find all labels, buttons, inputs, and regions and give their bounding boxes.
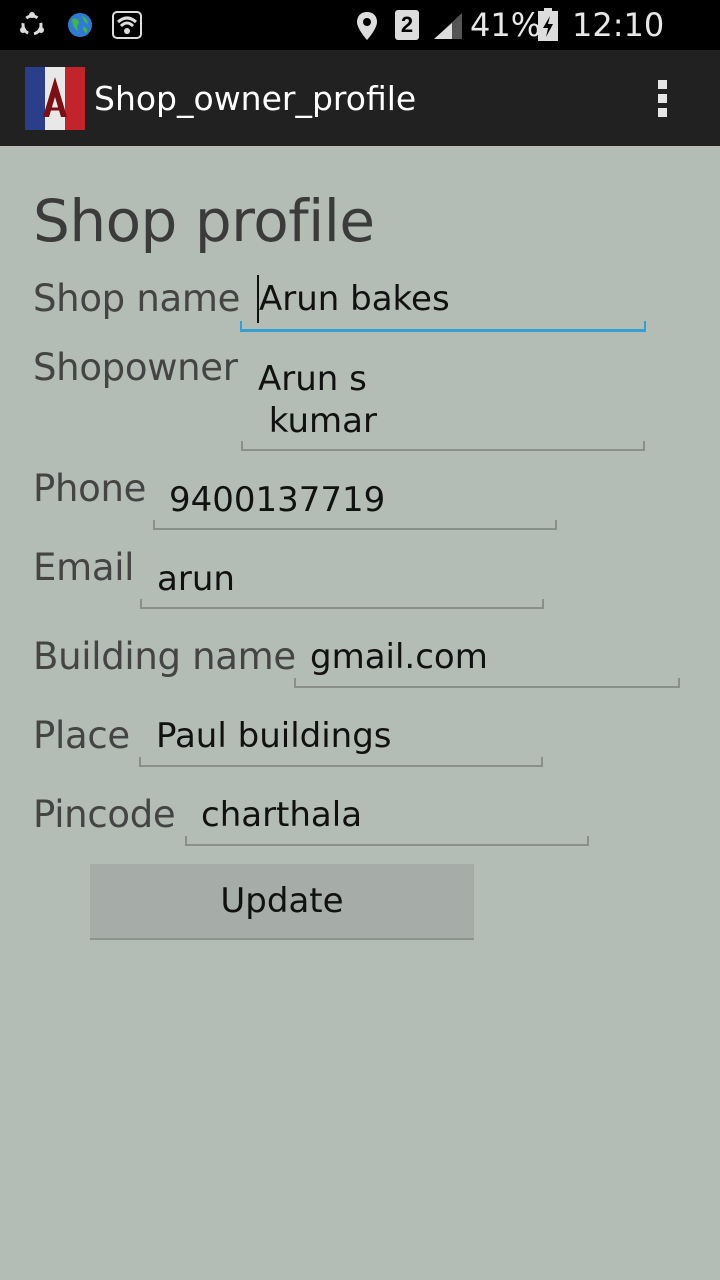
location-icon [357,12,377,40]
status-bar: 2 41% 12:10 pm [0,0,720,82]
update-button-label: Update [220,881,344,921]
sim-badge-text: 2 [400,12,414,37]
overflow-menu-icon[interactable] [648,74,678,124]
battery-charging-icon [538,8,558,41]
pincode-label: Pincode [33,793,176,836]
building-name-underline [294,678,680,688]
building-name-label: Building name [33,635,296,678]
shop-name-input[interactable]: Arun bakes [259,279,450,319]
shopowner-underline [241,441,645,451]
app-logo-flag-icon[interactable] [25,67,85,130]
battery-percent: 41% [470,6,542,44]
place-underline [139,757,543,767]
text-cursor [257,275,259,323]
email-label: Email [33,546,135,589]
wifi-icon [112,11,142,39]
shopowner-input[interactable]: Arun s kumar [258,358,377,442]
pincode-underline [185,836,589,846]
action-bar: Shop_owner_profile [0,50,720,146]
sync-icon [20,12,44,36]
phone-input[interactable]: 9400137719 [169,480,385,520]
shopowner-label: Shopowner [33,346,238,389]
shop-name-label: Shop name [33,277,241,320]
globe-icon [68,13,92,37]
signal-icon [434,13,462,39]
building-name-input[interactable]: gmail.com [310,637,488,677]
shop-name-underline [240,321,646,332]
sim-icon: 2 [395,10,419,40]
place-input[interactable]: Paul buildings [156,716,392,756]
email-input[interactable]: arun [157,559,235,599]
page-title: Shop profile [33,187,375,255]
pincode-input[interactable]: charthala [201,795,362,835]
update-button[interactable]: Update [90,864,474,940]
app-title: Shop_owner_profile [94,79,417,118]
phone-underline [153,520,557,530]
place-label: Place [33,714,130,757]
email-underline [140,599,544,609]
phone-label: Phone [33,467,147,510]
